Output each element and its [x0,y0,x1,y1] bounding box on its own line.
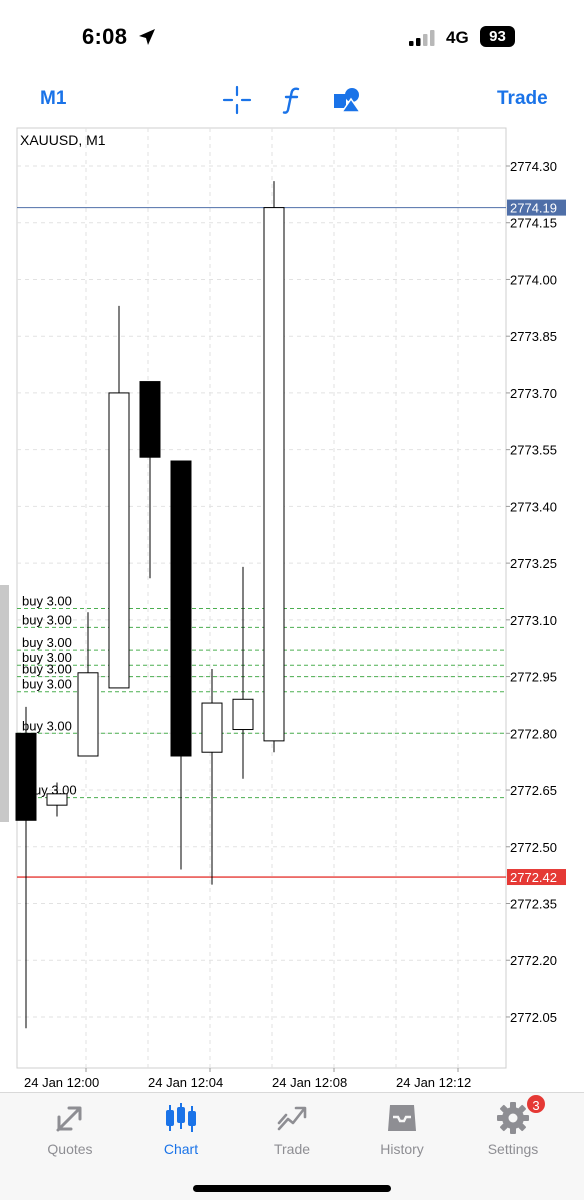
ask-price-tag-label: 2774.19 [510,201,557,216]
candle-bear [15,732,37,821]
quotes-arrows-icon [56,1106,82,1132]
settings-badge: 3 [525,1093,547,1115]
tab-chart[interactable]: Chart [131,1101,231,1161]
candlestick-chart[interactable]: 2774.30 2774.15 2774.00 2773.85 2773.70 2773.… [0,0,584,1100]
tab-trade-label: Trade [273,1141,311,1157]
y-tick-label: 2774.30 [510,159,557,174]
candle-bull [263,207,285,742]
candle-bear [170,460,192,757]
y-tick-label: 2774.15 [510,216,557,231]
y-tick-label: 2772.95 [510,670,557,685]
tab-trade[interactable]: Trade [242,1101,342,1161]
bid-price-tag-label: 2772.42 [510,870,557,885]
tab-quotes[interactable]: Quotes [20,1101,120,1161]
price-chart[interactable]: 2774.30 2774.15 2774.00 2773.85 2773.70 2773.… [0,0,584,1100]
x-tick-label: 24 Jan 12:08 [272,1075,347,1090]
tab-history-label: History [380,1141,424,1157]
tab-chart-label: Chart [163,1141,199,1157]
order-label: buy 3.00 [22,594,72,609]
y-tick-label: 2773.55 [510,443,557,458]
order-label: buy 3.00 [22,718,72,733]
x-tick-label: 24 Jan 12:00 [24,1075,99,1090]
chart-candles-icon [166,1103,196,1132]
chart-symbol-label: XAUUSD, M1 [20,132,106,148]
y-tick-label: 2772.35 [510,897,557,912]
y-tick-label: 2774.00 [510,272,557,287]
tab-settings[interactable]: 3 Settings [463,1093,563,1161]
candle-bull [77,672,99,757]
x-tick-label: 24 Jan 12:04 [148,1075,223,1090]
candle-bull [201,702,223,753]
trade-trend-icon [277,1106,307,1131]
y-tick-label: 2772.20 [510,953,557,968]
y-tick-label: 2773.70 [510,386,557,401]
y-tick-label: 2773.10 [510,613,557,628]
y-tick-label: 2772.65 [510,783,557,798]
y-tick-label: 2773.85 [510,329,557,344]
edge-handle[interactable] [0,585,9,822]
y-tick-label: 2773.40 [510,499,557,514]
chart-frame [16,127,507,1069]
candle-bear [139,381,161,458]
history-inbox-icon [388,1105,416,1131]
y-tick-label: 2772.05 [510,1010,557,1025]
tab-quotes-label: Quotes [47,1141,93,1157]
order-label: buy 3.00 [22,662,72,677]
candle-bull [232,698,254,731]
tab-bar: Quotes Chart Trade History 3 Settings [0,1092,584,1200]
order-label: buy 3.00 [22,677,72,692]
y-tick-label: 2773.25 [510,556,557,571]
order-label: buy 3.00 [22,635,72,650]
y-tick-label: 2772.80 [510,726,557,741]
x-tick-label: 24 Jan 12:12 [396,1075,471,1090]
tab-history[interactable]: History [352,1101,452,1161]
order-label: buy 3.00 [22,612,72,627]
tab-settings-label: Settings [487,1141,539,1157]
home-indicator [193,1185,391,1192]
candle-bull [108,392,130,689]
y-tick-label: 2772.50 [510,840,557,855]
candle-bull [46,793,68,806]
